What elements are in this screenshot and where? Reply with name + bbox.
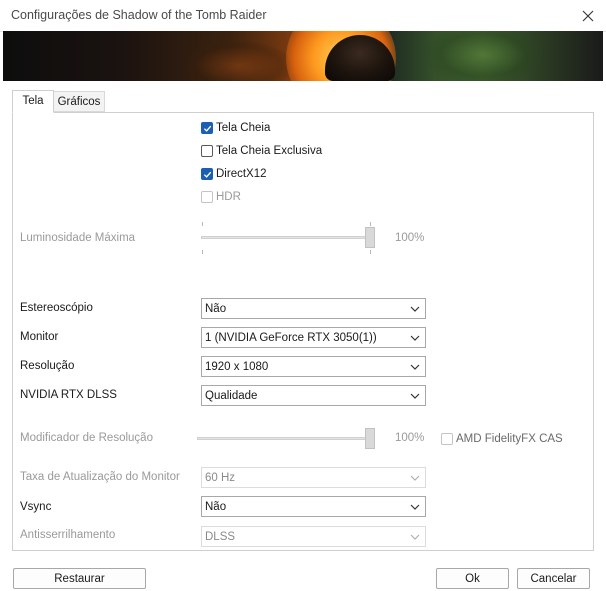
dlss-select[interactable]: Qualidade (201, 385, 426, 406)
directx12-label: DirectX12 (216, 168, 267, 180)
antialiasing-select[interactable]: DLSS (201, 526, 426, 547)
game-banner-image (3, 31, 603, 81)
checkbox-box[interactable] (441, 433, 453, 445)
checkbox-box[interactable] (201, 145, 213, 157)
exclusive-fullscreen-checkbox[interactable]: Tela Cheia Exclusiva (201, 143, 322, 159)
select-value: DLSS (205, 530, 236, 543)
select-value: 1 (NVIDIA GeForce RTX 3050(1)) (205, 331, 377, 344)
stereoscopic-select[interactable]: Não (201, 298, 426, 319)
select-value: 60 Hz (205, 471, 236, 484)
vsync-label: Vsync (20, 501, 52, 513)
cancel-button-label: Cancelar (530, 572, 577, 585)
slider-track (201, 236, 375, 239)
slider-tick (370, 222, 371, 226)
slider-tick (202, 222, 203, 226)
slider-thumb[interactable] (365, 227, 375, 248)
brightness-value: 100% (395, 232, 425, 244)
select-value: Qualidade (205, 389, 258, 402)
dlss-label: NVIDIA RTX DLSS (20, 389, 117, 401)
restore-button[interactable]: Restaurar (13, 568, 146, 589)
refresh-rate-select[interactable]: 60 Hz (201, 467, 426, 488)
fullscreen-label: Tela Cheia (216, 122, 271, 134)
slider-track (197, 437, 375, 440)
hdr-checkbox[interactable]: HDR (201, 189, 241, 205)
chevron-down-icon (410, 335, 420, 341)
slider-tick (202, 250, 203, 254)
resolution-modifier-value: 100% (395, 432, 425, 444)
tab-graficos[interactable]: Gráficos (54, 91, 105, 112)
chevron-down-icon (410, 306, 420, 312)
resolution-modifier-slider[interactable] (197, 427, 377, 451)
stereoscopic-label: Estereoscópio (20, 302, 93, 314)
tab-graficos-label: Gráficos (57, 96, 101, 108)
close-icon (582, 10, 594, 22)
checkmark-icon (203, 171, 211, 178)
ok-button[interactable]: Ok (436, 568, 509, 589)
checkbox-box[interactable] (201, 122, 213, 134)
brightness-label: Luminosidade Máxima (20, 232, 136, 244)
select-value: 1920 x 1080 (205, 360, 269, 373)
exclusive-fullscreen-label: Tela Cheia Exclusiva (216, 145, 323, 157)
chevron-down-icon (410, 364, 420, 370)
resolution-modifier-label: Modificador de Resolução (20, 432, 153, 444)
chevron-down-icon (410, 504, 420, 510)
restore-button-label: Restaurar (54, 572, 105, 585)
antialiasing-label: Antisserrilhamento (20, 529, 116, 541)
resolution-label: Resolução (20, 360, 75, 372)
slider-thumb[interactable] (365, 428, 375, 449)
brightness-slider[interactable] (201, 222, 381, 256)
title-bar: Configurações de Shadow of the Tomb Raid… (0, 0, 606, 32)
cancel-button[interactable]: Cancelar (517, 568, 590, 589)
fullscreen-checkbox[interactable]: Tela Cheia (201, 120, 270, 136)
checkbox-box[interactable] (201, 191, 213, 203)
tab-tela[interactable]: Tela (12, 90, 54, 113)
amd-cas-label: AMD FidelityFX CAS (456, 433, 563, 445)
monitor-select[interactable]: 1 (NVIDIA GeForce RTX 3050(1)) (201, 327, 426, 348)
amd-cas-checkbox[interactable]: AMD FidelityFX CAS (441, 431, 563, 447)
resolution-select[interactable]: 1920 x 1080 (201, 356, 426, 377)
banner-foliage-right (423, 31, 543, 81)
directx12-checkbox[interactable]: DirectX12 (201, 166, 267, 182)
checkbox-box[interactable] (201, 168, 213, 180)
checkmark-icon (203, 125, 211, 132)
select-value: Não (205, 500, 227, 513)
vsync-select[interactable]: Não (201, 496, 426, 517)
chevron-down-icon (410, 534, 420, 540)
ok-button-label: Ok (465, 572, 480, 585)
close-button[interactable] (574, 3, 602, 29)
hdr-label: HDR (216, 191, 241, 203)
monitor-label: Monitor (20, 331, 59, 343)
window-title: Configurações de Shadow of the Tomb Raid… (11, 8, 267, 22)
banner-foliage-left (183, 41, 293, 81)
select-value: Não (205, 302, 227, 315)
refresh-rate-label: Taxa de Atualização do Monitor (20, 471, 180, 483)
slider-tick (370, 250, 371, 254)
tab-tela-label: Tela (22, 95, 44, 107)
chevron-down-icon (410, 475, 420, 481)
chevron-down-icon (410, 393, 420, 399)
